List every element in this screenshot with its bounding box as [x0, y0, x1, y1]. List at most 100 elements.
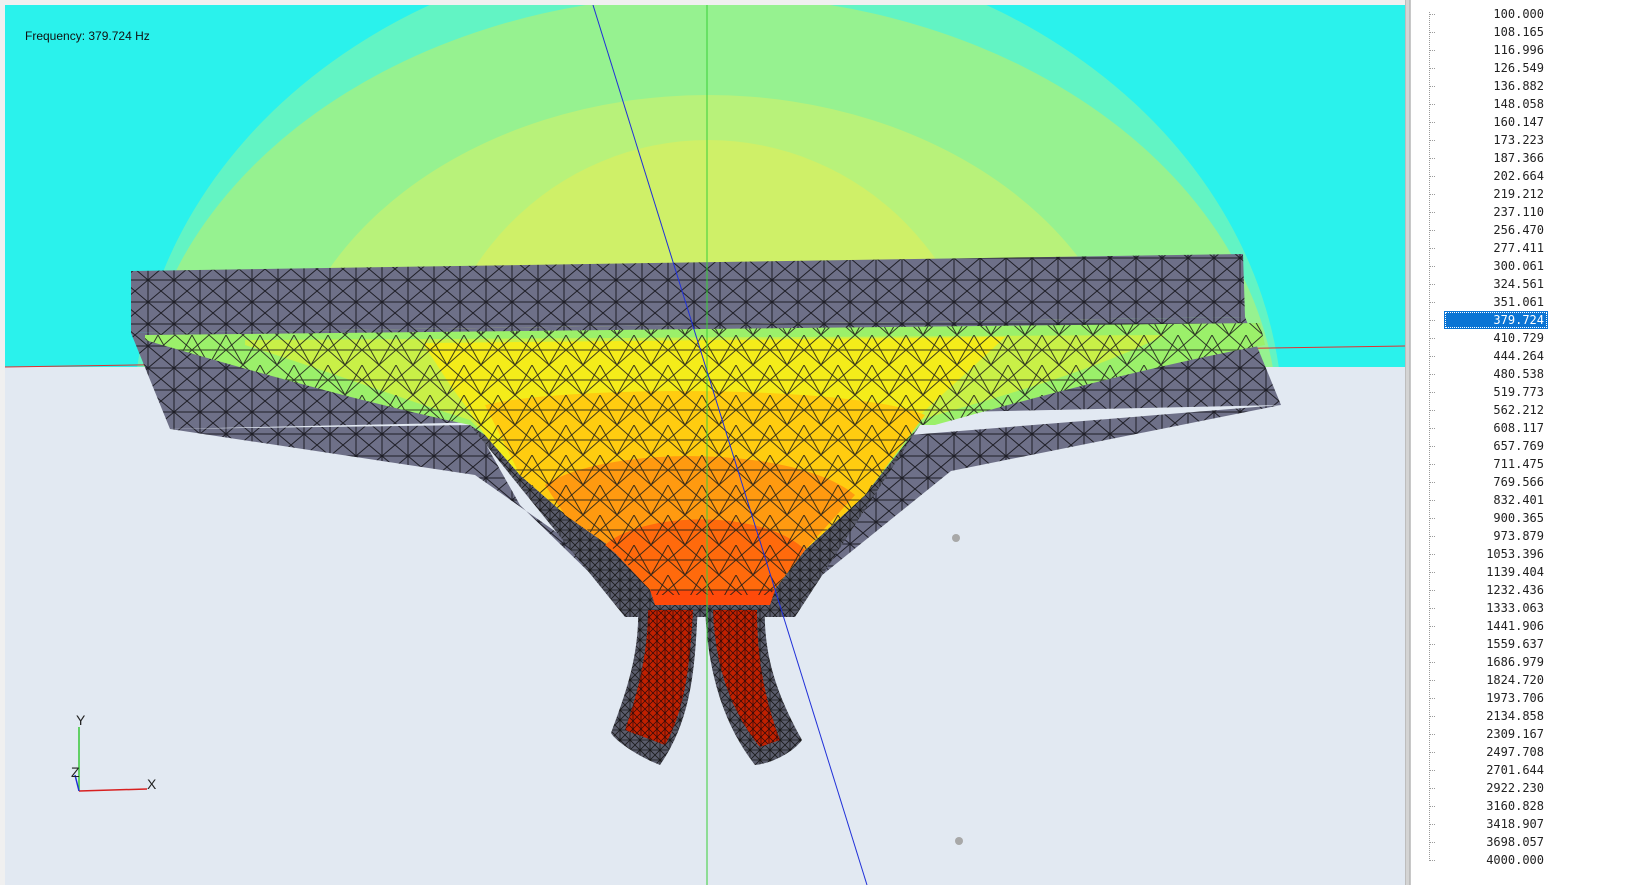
tree-tick — [1429, 140, 1435, 141]
frequency-item[interactable]: 277.411 — [1411, 239, 1629, 257]
tree-tick — [1429, 32, 1435, 33]
frequency-item[interactable]: 711.475 — [1411, 455, 1629, 473]
tree-tick — [1429, 14, 1435, 15]
frequency-value: 324.561 — [1493, 277, 1544, 291]
frequency-value: 2701.644 — [1486, 763, 1544, 777]
tree-tick — [1429, 302, 1435, 303]
frequency-item[interactable]: 202.664 — [1411, 167, 1629, 185]
tree-tick — [1429, 230, 1435, 231]
tree-tick — [1429, 824, 1435, 825]
frequency-item[interactable]: 2309.167 — [1411, 725, 1629, 743]
frequency-item[interactable]: 3698.057 — [1411, 833, 1629, 851]
3d-viewport[interactable]: Y Z X Frequency: 379.724 Hz — [5, 5, 1405, 885]
frequency-value: 126.549 — [1493, 61, 1544, 75]
frequency-item[interactable]: 1333.063 — [1411, 599, 1629, 617]
frequency-value: 1559.637 — [1486, 637, 1544, 651]
tree-tick — [1429, 212, 1435, 213]
frequency-value: 769.566 — [1493, 475, 1544, 489]
frequency-item[interactable]: 1686.979 — [1411, 653, 1629, 671]
frequency-value: 256.470 — [1493, 223, 1544, 237]
tree-tick — [1429, 320, 1435, 321]
frequency-value: 148.058 — [1493, 97, 1544, 111]
frequency-value: 973.879 — [1493, 529, 1544, 543]
frequency-value: 1441.906 — [1486, 619, 1544, 633]
frequency-item[interactable]: 136.882 — [1411, 77, 1629, 95]
axis-triad: Y Z X — [71, 712, 157, 792]
frequency-item[interactable]: 2497.708 — [1411, 743, 1629, 761]
tree-tick — [1429, 572, 1435, 573]
frequency-item[interactable]: 300.061 — [1411, 257, 1629, 275]
frequency-panel: 100.000 108.165 116.996 126.549 136.882 148.0… — [1410, 0, 1629, 885]
tree-tick — [1429, 788, 1435, 789]
frequency-item[interactable]: 379.724 — [1411, 311, 1629, 329]
tree-tick — [1429, 86, 1435, 87]
tree-tick — [1429, 752, 1435, 753]
frequency-item[interactable]: 351.061 — [1411, 293, 1629, 311]
frequency-item[interactable]: 2701.644 — [1411, 761, 1629, 779]
frequency-item[interactable]: 116.996 — [1411, 41, 1629, 59]
frequency-item[interactable]: 832.401 — [1411, 491, 1629, 509]
frequency-value: 2497.708 — [1486, 745, 1544, 759]
frequency-value: 1232.436 — [1486, 583, 1544, 597]
marker-dot — [955, 837, 963, 845]
tree-tick — [1429, 662, 1435, 663]
frequency-item[interactable]: 410.729 — [1411, 329, 1629, 347]
frequency-item[interactable]: 519.773 — [1411, 383, 1629, 401]
fem-scene[interactable]: Y Z X — [5, 5, 1405, 885]
tree-tick — [1429, 284, 1435, 285]
frequency-item[interactable]: 562.212 — [1411, 401, 1629, 419]
tree-tick — [1429, 698, 1435, 699]
frequency-value: 136.882 — [1493, 79, 1544, 93]
frequency-item[interactable]: 100.000 — [1411, 5, 1629, 23]
frequency-item[interactable]: 187.366 — [1411, 149, 1629, 167]
frequency-item[interactable]: 1559.637 — [1411, 635, 1629, 653]
tree-tick — [1429, 158, 1435, 159]
frequency-item[interactable]: 1824.720 — [1411, 671, 1629, 689]
frequency-item[interactable]: 769.566 — [1411, 473, 1629, 491]
frequency-value: 202.664 — [1493, 169, 1544, 183]
frequency-item[interactable]: 1973.706 — [1411, 689, 1629, 707]
tree-tick — [1429, 338, 1435, 339]
frequency-item[interactable]: 1232.436 — [1411, 581, 1629, 599]
frequency-item[interactable]: 256.470 — [1411, 221, 1629, 239]
frequency-item[interactable]: 657.769 — [1411, 437, 1629, 455]
frequency-item[interactable]: 3160.828 — [1411, 797, 1629, 815]
frequency-item[interactable]: 160.147 — [1411, 113, 1629, 131]
frequency-item[interactable]: 237.110 — [1411, 203, 1629, 221]
tree-tick — [1429, 590, 1435, 591]
tree-tick — [1429, 482, 1435, 483]
tree-tick — [1429, 860, 1435, 861]
frequency-value: 351.061 — [1493, 295, 1544, 309]
frequency-item[interactable]: 480.538 — [1411, 365, 1629, 383]
frequency-item[interactable]: 4000.000 — [1411, 851, 1629, 869]
frequency-item[interactable]: 148.058 — [1411, 95, 1629, 113]
frequency-value: 1973.706 — [1486, 691, 1544, 705]
frequency-value: 187.366 — [1493, 151, 1544, 165]
tree-tick — [1429, 356, 1435, 357]
frequency-item[interactable]: 2134.858 — [1411, 707, 1629, 725]
frequency-value: 2134.858 — [1486, 709, 1544, 723]
frequency-value: 108.165 — [1493, 25, 1544, 39]
tree-tick — [1429, 536, 1435, 537]
frequency-item[interactable]: 324.561 — [1411, 275, 1629, 293]
frequency-item[interactable]: 3418.907 — [1411, 815, 1629, 833]
frequency-item[interactable]: 1441.906 — [1411, 617, 1629, 635]
frequency-item[interactable]: 108.165 — [1411, 23, 1629, 41]
frequency-item[interactable]: 2922.230 — [1411, 779, 1629, 797]
tree-tick — [1429, 680, 1435, 681]
frequency-value: 900.365 — [1493, 511, 1544, 525]
frequency-item[interactable]: 1053.396 — [1411, 545, 1629, 563]
tree-tick — [1429, 644, 1435, 645]
frequency-item[interactable]: 173.223 — [1411, 131, 1629, 149]
frequency-item[interactable]: 900.365 — [1411, 509, 1629, 527]
frequency-list[interactable]: 100.000 108.165 116.996 126.549 136.882 148.0… — [1411, 5, 1629, 869]
axis-y-label: Y — [76, 712, 86, 728]
frequency-value: 832.401 — [1493, 493, 1544, 507]
frequency-item[interactable]: 444.264 — [1411, 347, 1629, 365]
frequency-item[interactable]: 973.879 — [1411, 527, 1629, 545]
frequency-item[interactable]: 126.549 — [1411, 59, 1629, 77]
frequency-item[interactable]: 608.117 — [1411, 419, 1629, 437]
frequency-item[interactable]: 1139.404 — [1411, 563, 1629, 581]
frequency-item[interactable]: 219.212 — [1411, 185, 1629, 203]
tree-tick — [1429, 68, 1435, 69]
